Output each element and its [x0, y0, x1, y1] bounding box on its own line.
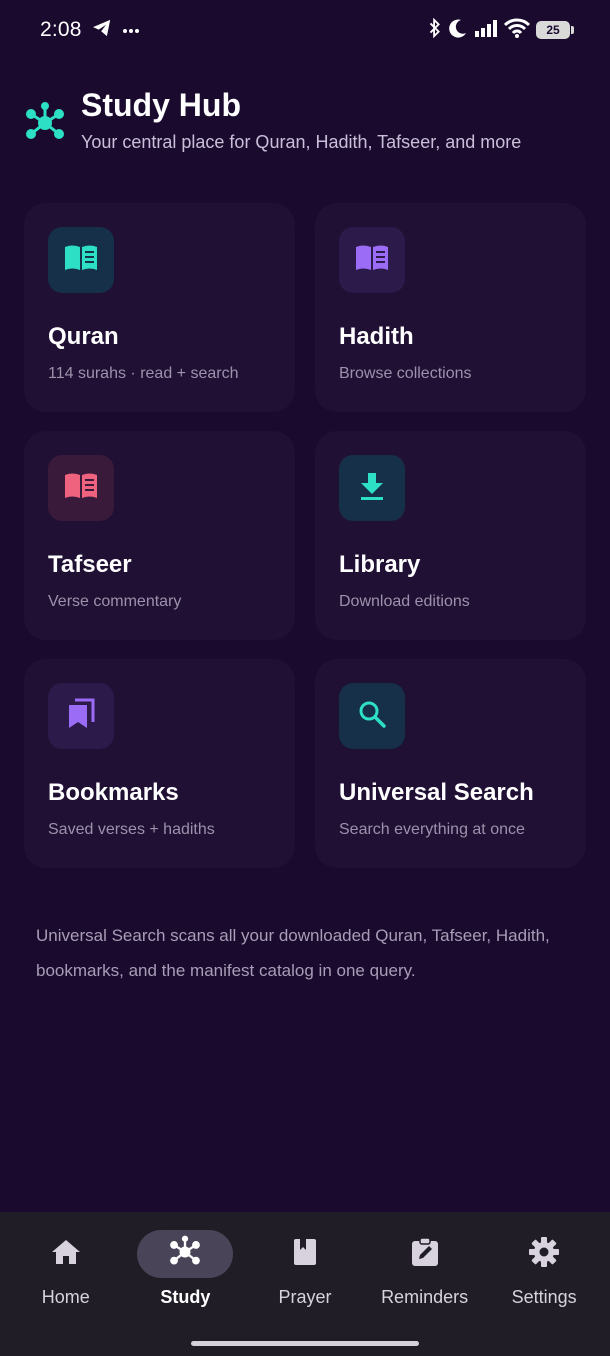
book-icon — [292, 1237, 318, 1272]
card-description: Browse collections — [339, 365, 472, 382]
hub-icon — [167, 1234, 203, 1275]
tafseer-icon-wrap — [48, 455, 114, 521]
nav-icon-wrap — [137, 1230, 234, 1278]
battery-indicator: 25 — [536, 21, 574, 39]
card-description: 114 surahs · read + search — [48, 365, 239, 382]
card-title: Quran — [48, 323, 119, 350]
card-title: Bookmarks — [48, 779, 179, 806]
nav-label: Prayer — [278, 1287, 332, 1307]
nav-icon-wrap — [18, 1230, 114, 1278]
page-title: Study Hub — [81, 87, 241, 123]
nav-icon-wrap — [257, 1230, 353, 1278]
book-open-icon — [354, 243, 390, 278]
nav-item-home[interactable]: Home — [6, 1212, 126, 1356]
card-title: Tafseer — [48, 551, 132, 578]
bookmarks-card[interactable]: Bookmarks Saved verses + hadiths — [24, 659, 295, 868]
hadith-icon-wrap — [339, 227, 405, 293]
signal-icon — [474, 19, 498, 42]
quran-card[interactable]: Quran 114 surahs · read + search — [24, 203, 295, 412]
card-title: Universal Search — [339, 779, 534, 806]
nav-label: Reminders — [381, 1287, 469, 1307]
library-card[interactable]: Library Download editions — [315, 431, 586, 640]
nav-item-prayer[interactable]: Prayer — [245, 1212, 365, 1356]
search-icon — [358, 700, 386, 733]
card-title: Hadith — [339, 323, 414, 350]
gear-icon — [528, 1236, 560, 1273]
bookmarks-icon-wrap — [48, 683, 114, 749]
hub-icon — [22, 100, 68, 146]
moon-icon — [448, 18, 468, 43]
card-description: Download editions — [339, 593, 470, 610]
card-description: Search everything at once — [339, 821, 525, 838]
page-subtitle: Your central place for Quran, Hadith, Ta… — [81, 132, 522, 152]
clipboard-edit-icon — [410, 1236, 440, 1273]
nav-label: Home — [41, 1287, 90, 1307]
nav-item-settings[interactable]: Settings — [484, 1212, 604, 1356]
home-icon — [50, 1238, 82, 1271]
page-header: Study Hub Your central place for Quran, … — [22, 86, 521, 153]
nav-label: Settings — [511, 1287, 577, 1307]
card-description: Verse commentary — [48, 593, 182, 610]
bookmarks-icon — [66, 698, 96, 735]
bluetooth-icon — [428, 17, 442, 43]
book-open-icon — [63, 471, 99, 506]
universal-search-card[interactable]: Universal Search Search everything at on… — [315, 659, 586, 868]
tafseer-card[interactable]: Tafseer Verse commentary — [24, 431, 295, 640]
search-icon-wrap — [339, 683, 405, 749]
bottom-navigation: Home Study Prayer Reminders Settings — [0, 1212, 610, 1356]
nav-label: Study — [160, 1287, 211, 1307]
book-open-icon — [63, 243, 99, 278]
nav-item-study[interactable]: Study — [126, 1212, 246, 1356]
status-time: 2:08 — [40, 18, 82, 41]
library-icon-wrap — [339, 455, 405, 521]
card-description: Saved verses + hadiths — [48, 821, 215, 838]
card-title: Library — [339, 551, 421, 578]
home-indicator[interactable] — [191, 1341, 419, 1346]
telegram-icon — [92, 19, 112, 42]
nav-icon-wrap — [496, 1230, 592, 1278]
hadith-card[interactable]: Hadith Browse collections — [315, 203, 586, 412]
status-bar: 2:08 25 — [0, 0, 610, 60]
search-footnote: Universal Search scans all your download… — [36, 926, 550, 980]
nav-icon-wrap — [377, 1230, 473, 1278]
nav-item-reminders[interactable]: Reminders — [365, 1212, 485, 1356]
feature-grid: Quran 114 surahs · read + search Hadith … — [24, 203, 586, 868]
quran-icon-wrap — [48, 227, 114, 293]
more-notifications-icon — [122, 21, 140, 39]
wifi-icon — [503, 18, 531, 43]
download-icon — [358, 471, 386, 506]
